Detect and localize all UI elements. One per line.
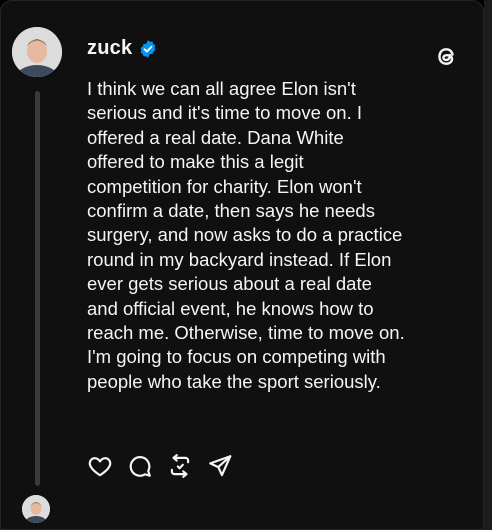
- reply-avatar[interactable]: [22, 495, 50, 523]
- post-header: zuck: [87, 37, 158, 60]
- threads-logo-icon[interactable]: [433, 42, 461, 70]
- thread-line: [35, 91, 40, 486]
- avatar-photo: [12, 27, 62, 77]
- post-actions: [87, 453, 233, 479]
- post-body-text: I think we can all agree Elon isn't seri…: [87, 78, 405, 392]
- reply-avatar-photo: [22, 495, 50, 523]
- author-avatar[interactable]: [12, 27, 62, 77]
- post-card: zuck I think we can all agree Elon isn't…: [0, 0, 484, 530]
- username[interactable]: zuck: [87, 37, 132, 60]
- heart-icon[interactable]: [87, 453, 113, 479]
- verified-badge-icon: [138, 39, 158, 59]
- comment-icon[interactable]: [127, 453, 153, 479]
- repost-icon[interactable]: [167, 453, 193, 479]
- background-edge: [484, 0, 492, 530]
- share-icon[interactable]: [207, 453, 233, 479]
